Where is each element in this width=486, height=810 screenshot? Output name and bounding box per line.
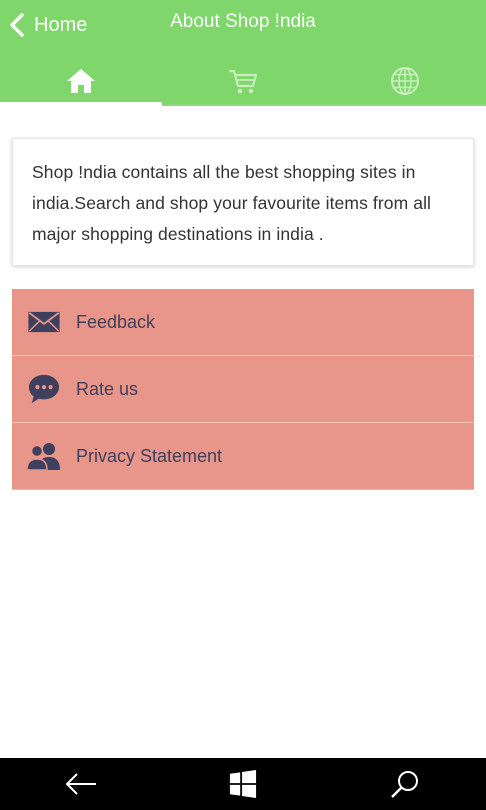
tab-web[interactable] (324, 56, 486, 106)
page-title: About Shop !ndia (0, 11, 486, 33)
chat-bubble-icon (26, 371, 62, 407)
back-arrow-icon (65, 773, 96, 795)
cart-icon (229, 69, 258, 94)
tab-home[interactable] (0, 56, 162, 106)
system-back-button[interactable] (0, 758, 162, 810)
about-card: Shop !ndia contains all the best shoppin… (12, 138, 474, 266)
rate-us-item[interactable]: Rate us (12, 356, 474, 423)
page-title-text: About Shop !ndia (170, 11, 316, 32)
about-menu: Feedback Rate us Privacy Statement (12, 289, 474, 490)
app-header: Home About Shop !ndia (0, 0, 486, 106)
envelope-icon (26, 304, 62, 340)
tab-divider (162, 104, 486, 106)
system-search-button[interactable] (324, 758, 486, 810)
users-icon (26, 438, 62, 474)
windows-icon (229, 770, 257, 798)
tab-bar (0, 56, 486, 106)
tab-cart[interactable] (162, 56, 324, 106)
app-screen: Home About Shop !ndia Shop !ndia contain… (0, 0, 486, 810)
globe-icon (391, 67, 419, 95)
system-nav-bar (0, 758, 486, 810)
about-text: Shop !ndia contains all the best shoppin… (32, 162, 432, 244)
home-icon (67, 69, 95, 93)
system-start-button[interactable] (162, 758, 324, 810)
rate-us-label: Rate us (76, 378, 139, 399)
search-icon (391, 771, 418, 798)
feedback-item[interactable]: Feedback (12, 289, 474, 356)
feedback-label: Feedback (76, 311, 156, 332)
privacy-statement-label: Privacy Statement (76, 445, 223, 466)
privacy-statement-item[interactable]: Privacy Statement (12, 423, 474, 490)
